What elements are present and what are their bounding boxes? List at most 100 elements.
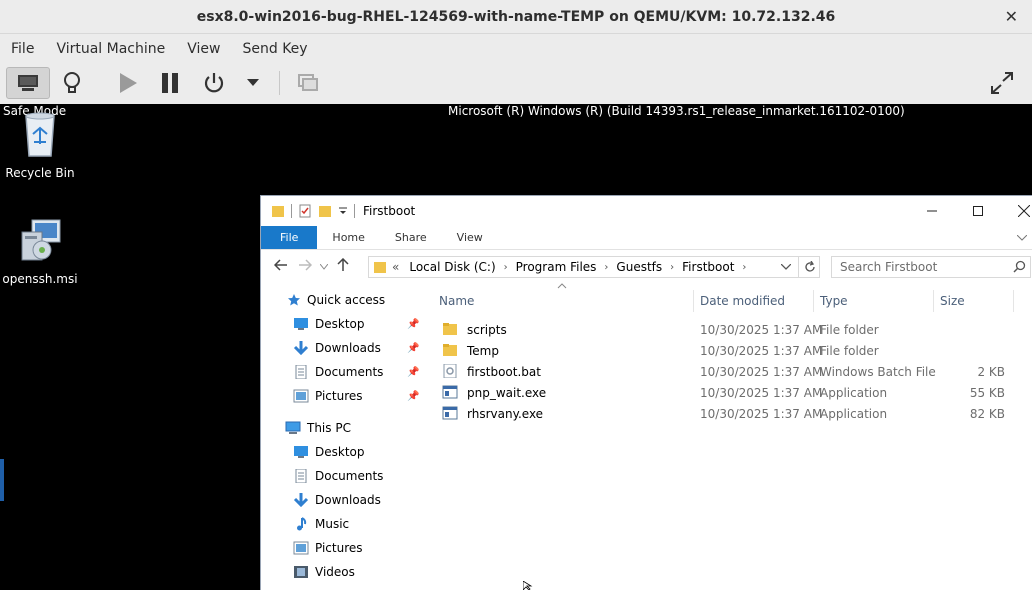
nav-label: Quick access	[307, 293, 386, 307]
qa-separator	[291, 204, 292, 218]
nav-item-documents[interactable]: Documents 📌	[293, 362, 419, 382]
menu-view[interactable]: View	[176, 41, 231, 57]
fullscreen-icon	[991, 72, 1013, 94]
pin-icon[interactable]: 📌	[407, 319, 419, 330]
up-arrow-icon	[337, 257, 349, 271]
back-arrow-icon	[273, 259, 287, 271]
nav-item-downloads[interactable]: Downloads 📌	[293, 338, 419, 358]
desktop-icon-openssh[interactable]: openssh.msi	[0, 218, 80, 286]
nav-item-this-pc[interactable]: This PC	[285, 418, 351, 438]
menu-file[interactable]: File	[0, 41, 45, 57]
chevron-down-icon[interactable]	[338, 206, 348, 216]
breadcrumb-guestfs[interactable]: Guestfs	[616, 260, 662, 274]
tab-home[interactable]: Home	[317, 226, 379, 249]
breadcrumb-chevron-icon[interactable]: ›	[670, 262, 674, 273]
nav-label: Pictures	[315, 389, 363, 403]
nav-item-desktop[interactable]: Desktop	[293, 442, 365, 462]
minimize-button[interactable]	[909, 196, 955, 226]
download-icon	[293, 493, 309, 507]
breadcrumb-chevron-icon[interactable]: ›	[504, 262, 508, 273]
expand-ribbon-button[interactable]	[1017, 226, 1027, 249]
pin-icon[interactable]: 📌	[407, 367, 419, 378]
tab-view[interactable]: View	[442, 226, 498, 249]
back-button[interactable]	[269, 259, 293, 275]
power-menu-button[interactable]	[231, 67, 275, 99]
close-icon[interactable]: ✕	[1005, 7, 1018, 26]
fullscreen-button[interactable]	[980, 67, 1024, 99]
column-divider[interactable]	[813, 290, 814, 312]
table-row[interactable]: rhsrvany.exe 10/30/2025 1:37 AM Applicat…	[439, 403, 1032, 424]
file-name: scripts	[467, 322, 507, 337]
column-divider[interactable]	[933, 290, 934, 312]
folder-icon[interactable]	[271, 204, 285, 218]
column-divider[interactable]	[1013, 290, 1014, 312]
nav-item-videos[interactable]: Videos	[293, 562, 355, 582]
column-header-size[interactable]: Size	[940, 294, 965, 308]
desktop-icon-recycle-bin[interactable]: Recycle Bin	[0, 110, 80, 180]
explorer-titlebar: Firstboot	[261, 196, 1032, 226]
breadcrumb-firstboot[interactable]: Firstboot	[682, 260, 734, 274]
nav-label: Videos	[315, 565, 355, 579]
run-button[interactable]	[106, 67, 150, 99]
maximize-button[interactable]	[955, 196, 1001, 226]
chevron-down-icon	[1017, 234, 1027, 241]
column-header-name[interactable]: Name	[439, 294, 474, 308]
breadcrumb-local-disk[interactable]: Local Disk (C:)	[409, 260, 495, 274]
snapshots-button[interactable]	[286, 67, 330, 99]
breadcrumb-overflow[interactable]: «	[392, 260, 399, 274]
new-folder-icon[interactable]	[318, 204, 332, 218]
nav-item-documents[interactable]: Documents	[293, 466, 383, 486]
address-history-button[interactable]	[780, 260, 792, 273]
up-button[interactable]	[331, 257, 355, 276]
column-header-type[interactable]: Type	[820, 294, 848, 308]
explorer-window: Firstboot File Home Share View « Local D…	[260, 195, 1032, 590]
forward-button[interactable]	[293, 259, 317, 275]
column-header-date-modified[interactable]: Date modified	[700, 294, 785, 308]
chevron-down-icon	[319, 263, 329, 270]
column-divider[interactable]	[693, 290, 694, 312]
chevron-down-icon	[780, 263, 792, 270]
mouse-cursor-icon	[523, 581, 533, 590]
table-row[interactable]: pnp_wait.exe 10/30/2025 1:37 AM Applicat…	[439, 382, 1032, 403]
pin-icon[interactable]: 📌	[407, 343, 419, 354]
properties-icon[interactable]	[298, 204, 312, 218]
exe-icon	[442, 406, 458, 420]
menubar: File Virtual Machine View Send Key	[0, 35, 1032, 63]
table-row[interactable]: scripts 10/30/2025 1:37 AM File folder	[439, 319, 1032, 340]
nav-item-quick-access[interactable]: Quick access	[287, 290, 385, 310]
nav-item-desktop[interactable]: Desktop 📌	[293, 314, 419, 334]
search-box[interactable]: Search Firstboot	[831, 256, 1031, 278]
search-input[interactable]: Search Firstboot	[840, 260, 937, 274]
file-name: pnp_wait.exe	[467, 385, 547, 400]
tab-share[interactable]: Share	[380, 226, 442, 249]
power-button[interactable]	[192, 67, 236, 99]
nav-item-music[interactable]: Music	[293, 514, 349, 534]
menu-virtual-machine[interactable]: Virtual Machine	[45, 41, 176, 57]
nav-item-downloads[interactable]: Downloads	[293, 490, 381, 510]
details-button[interactable]	[50, 67, 94, 99]
recent-locations-button[interactable]	[317, 262, 331, 273]
tab-file[interactable]: File	[261, 226, 318, 249]
breadcrumb-chevron-icon[interactable]: ›	[604, 262, 608, 273]
file-date: 10/30/2025 1:37 AM	[700, 343, 823, 358]
nav-item-pictures[interactable]: Pictures	[293, 538, 363, 558]
close-button[interactable]	[1001, 196, 1032, 226]
refresh-button[interactable]	[798, 256, 820, 278]
nav-item-pictures[interactable]: Pictures 📌	[293, 386, 419, 406]
address-bar[interactable]: « Local Disk (C:) › Program Files › Gues…	[368, 256, 820, 278]
menu-send-key[interactable]: Send Key	[231, 41, 318, 57]
table-row[interactable]: Temp 10/30/2025 1:37 AM File folder	[439, 340, 1032, 361]
pause-button[interactable]	[148, 67, 192, 99]
console-button[interactable]	[6, 67, 50, 99]
file-name: rhsrvany.exe	[467, 406, 544, 421]
breadcrumb-program-files[interactable]: Program Files	[516, 260, 597, 274]
file-type: Application	[820, 385, 888, 400]
guest-display[interactable]: Safe Mode Microsoft (R) Windows (R) (Bui…	[0, 104, 1032, 590]
breadcrumb-chevron-icon[interactable]: ›	[742, 262, 746, 273]
pictures-icon	[293, 541, 309, 555]
table-row[interactable]: firstboot.bat 10/30/2025 1:37 AM Windows…	[439, 361, 1032, 382]
build-watermark: Microsoft (R) Windows (R) (Build 14393.r…	[448, 104, 905, 118]
pin-icon[interactable]: 📌	[407, 391, 419, 402]
file-size: 55 KB	[969, 385, 1005, 400]
nav-label: Downloads	[315, 493, 381, 507]
